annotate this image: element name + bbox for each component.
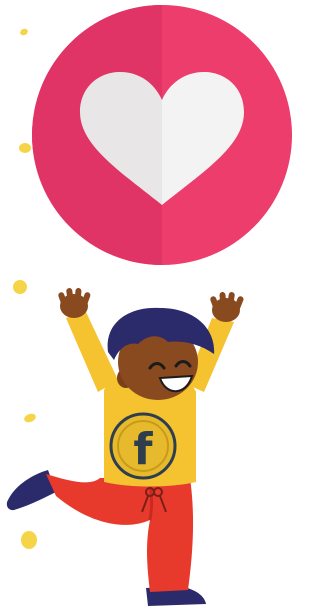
illustration: f [0, 0, 296, 616]
confetti-dot [19, 143, 31, 153]
coin-logo: f [109, 412, 177, 480]
confetti-dot [20, 28, 28, 36]
illustration-canvas: f [6, 5, 292, 606]
heart-badge [32, 5, 292, 265]
coin-letter: f [133, 424, 153, 475]
right-hand [210, 292, 244, 322]
confetti [13, 28, 37, 549]
confetti-dot [24, 413, 36, 423]
boy-character: f [6, 288, 244, 606]
confetti-dot [21, 531, 37, 549]
confetti-dot [13, 280, 27, 294]
pants-seam [148, 485, 153, 521]
pants [46, 474, 194, 592]
